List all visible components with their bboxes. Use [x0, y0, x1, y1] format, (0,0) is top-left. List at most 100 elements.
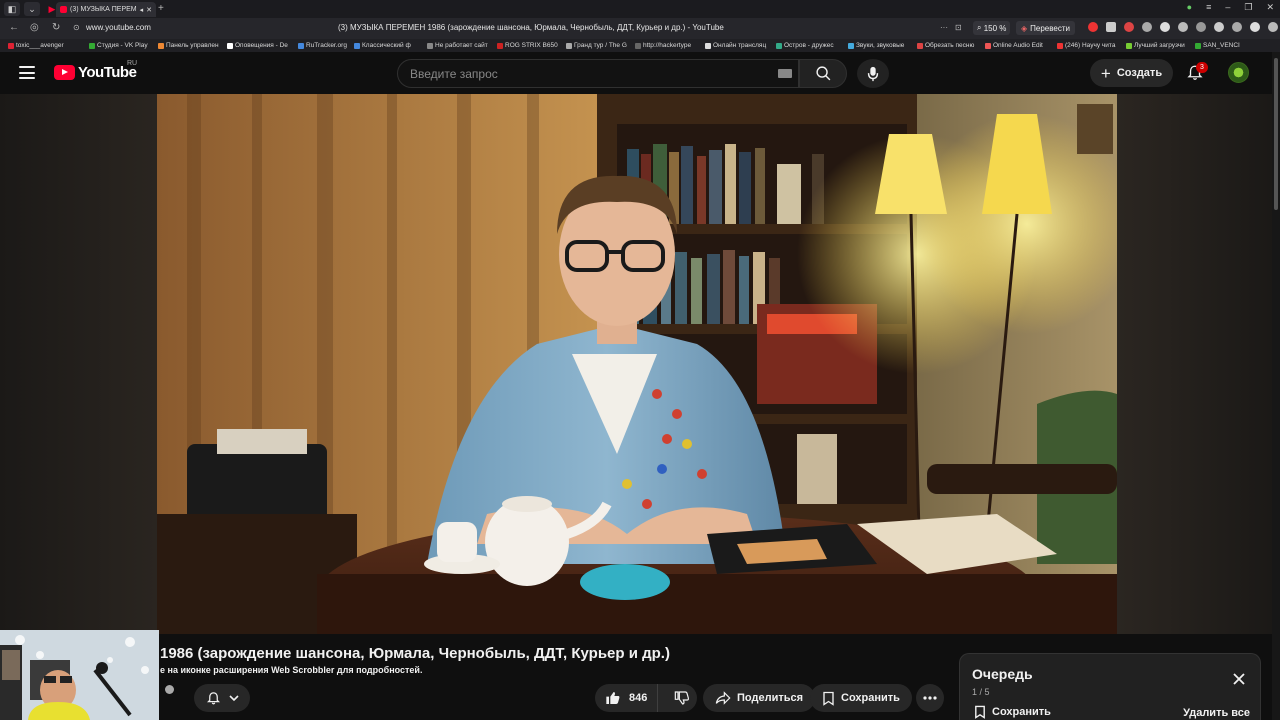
- bookmark-item[interactable]: Онлайн трансляц: [705, 42, 766, 49]
- video-player[interactable]: [157, 94, 1117, 634]
- restore-icon[interactable]: ❐: [1244, 2, 1252, 13]
- bookmark-item[interactable]: (246) Научу чита: [1057, 42, 1115, 49]
- bookmark-item[interactable]: toxic___avenger: [8, 42, 64, 49]
- queue-clear-all-button[interactable]: Удалить все: [1183, 707, 1250, 719]
- bookmark-item[interactable]: Классический ф: [354, 42, 411, 49]
- voice-search-button[interactable]: [857, 59, 889, 88]
- bookmark-favicon-icon: [635, 42, 641, 49]
- bookmark-item[interactable]: Online Audio Edit: [985, 42, 1043, 49]
- save-button[interactable]: Сохранить: [810, 684, 912, 712]
- thumbs-down-icon: [675, 691, 690, 705]
- minimize-icon[interactable]: –: [1225, 2, 1230, 13]
- bookmark-item[interactable]: Лучший загрузчи: [1126, 42, 1185, 49]
- page-title: (3) МУЗЫКА ПЕРЕМЕН 1986 (зарождение шанс…: [338, 23, 724, 32]
- account-avatar[interactable]: [1228, 62, 1249, 83]
- bookmark-item[interactable]: Звуки, звуковые: [848, 42, 904, 49]
- close-window-icon[interactable]: ✕: [1266, 2, 1274, 13]
- bookmark-item[interactable]: ROG STRIX B650: [497, 42, 558, 49]
- like-button[interactable]: 846: [595, 684, 659, 712]
- hamburger-menu-icon[interactable]: [19, 66, 35, 79]
- create-label: Создать: [1116, 67, 1163, 79]
- download-icon[interactable]: [1268, 22, 1278, 32]
- bell-icon: [206, 691, 220, 704]
- webcam-image: [0, 630, 159, 720]
- bookmark-favicon-icon: [497, 42, 503, 49]
- webcam-overlay: [0, 630, 159, 720]
- video-title: 1986 (зарождение шансона, Юрмала, Черноб…: [160, 645, 670, 662]
- subscribe-notifications-button[interactable]: [194, 684, 250, 712]
- browser-menu-icon[interactable]: ≡: [1206, 2, 1211, 13]
- share-icon: [715, 691, 731, 705]
- translate-icon: ◈: [1021, 23, 1028, 33]
- country-code: RU: [127, 60, 138, 67]
- audio-icon[interactable]: ◂: [140, 6, 144, 14]
- extension-icon[interactable]: [1088, 22, 1098, 32]
- bookmark-label: Гранд тур / The G: [574, 42, 627, 49]
- scrobbler-note[interactable]: е на иконке расширения Web Scrobbler для…: [160, 665, 422, 675]
- extension-icon[interactable]: [1106, 22, 1116, 32]
- bookmark-label: Оповещения - De: [235, 42, 288, 49]
- queue-save-button[interactable]: Сохранить: [974, 705, 1051, 719]
- new-tab-icon[interactable]: +: [158, 3, 164, 14]
- bookmark-favicon-icon: [705, 42, 711, 49]
- keyboard-icon[interactable]: [778, 69, 792, 78]
- zoom-indicator[interactable]: ⌕ 150 %: [973, 21, 1011, 35]
- bookmark-favicon-icon: [985, 42, 991, 49]
- bookmark-label: Звуки, звуковые: [856, 42, 905, 49]
- notification-badge: 3: [1196, 62, 1208, 73]
- extension-icon[interactable]: [1214, 22, 1224, 32]
- bookmark-favicon-icon: [566, 42, 572, 49]
- share-button[interactable]: Поделиться: [703, 684, 816, 712]
- bookmark-item[interactable]: http://hackertype: [635, 42, 691, 49]
- plus-icon: +: [1100, 63, 1111, 83]
- tab-list-chevron-icon[interactable]: ⌄: [24, 2, 40, 16]
- site-info-icon[interactable]: ⊙: [73, 23, 80, 32]
- bookmark-favicon-icon: [89, 42, 95, 49]
- bookmark-favicon-icon: [227, 42, 233, 49]
- bookmark-favicon-icon: [1126, 42, 1132, 49]
- bookmark-item[interactable]: Оповещения - De: [227, 42, 288, 49]
- search-button[interactable]: [799, 59, 847, 88]
- url-field[interactable]: www.youtube.com: [86, 23, 151, 32]
- extension-icon[interactable]: [1178, 22, 1188, 32]
- bookmark-favicon-icon: [8, 42, 14, 49]
- translate-label: Перевести: [1030, 23, 1070, 33]
- more-actions-button[interactable]: [916, 684, 944, 712]
- forward-icon[interactable]: ◎: [30, 22, 39, 33]
- tab-close-icon[interactable]: ✕: [146, 6, 152, 14]
- bookmark-item[interactable]: Обрезать песню: [917, 42, 974, 49]
- tab-youtube[interactable]: (3) МУЗЫКА ПЕРЕМЕ ◂ ✕: [56, 2, 156, 17]
- bookmark-item[interactable]: Студия - VK Play: [89, 42, 148, 49]
- shield-icon[interactable]: [1142, 22, 1152, 32]
- bookmark-icon[interactable]: ⊡: [955, 23, 962, 32]
- bookmark-item[interactable]: Панель управлен: [158, 42, 219, 49]
- extension-icon[interactable]: [1196, 22, 1206, 32]
- bookmark-favicon-icon: [776, 42, 782, 49]
- back-icon[interactable]: ←: [9, 22, 19, 33]
- reload-icon[interactable]: ↻: [52, 22, 60, 33]
- extension-icon[interactable]: [1160, 22, 1170, 32]
- extension-icon[interactable]: [1250, 22, 1260, 32]
- scrollbar-thumb[interactable]: [1274, 58, 1278, 210]
- bookmark-favicon-icon: [158, 42, 164, 49]
- like-dislike-group: 846: [595, 684, 697, 712]
- close-icon[interactable]: [1232, 672, 1246, 686]
- bookmark-item[interactable]: SAN_VENCI: [1195, 42, 1240, 49]
- translate-button[interactable]: ◈ Перевести: [1016, 21, 1075, 35]
- extension-icon[interactable]: ●: [1187, 2, 1192, 13]
- extension-icon[interactable]: [1232, 22, 1242, 32]
- bookmark-item[interactable]: Остров - дружес: [776, 42, 834, 49]
- dislike-button[interactable]: [664, 684, 700, 712]
- create-button[interactable]: + Создать: [1090, 59, 1173, 87]
- browser-sidebar-icon[interactable]: ◧: [4, 2, 20, 16]
- bookmark-item[interactable]: Не работает сайт: [427, 42, 488, 49]
- bookmark-item[interactable]: RuTracker.org: [298, 42, 347, 49]
- bookmark-label: Онлайн трансляц: [713, 42, 767, 49]
- youtube-logo[interactable]: YouTube RU: [54, 60, 137, 81]
- bookmark-label: Студия - VK Play: [97, 42, 148, 49]
- more-dots-icon[interactable]: ···: [940, 23, 948, 32]
- bookmark-item[interactable]: Гранд тур / The G: [566, 42, 627, 49]
- extension-icon[interactable]: [1124, 22, 1134, 32]
- microphone-icon: [867, 66, 879, 81]
- search-input[interactable]: [410, 66, 750, 82]
